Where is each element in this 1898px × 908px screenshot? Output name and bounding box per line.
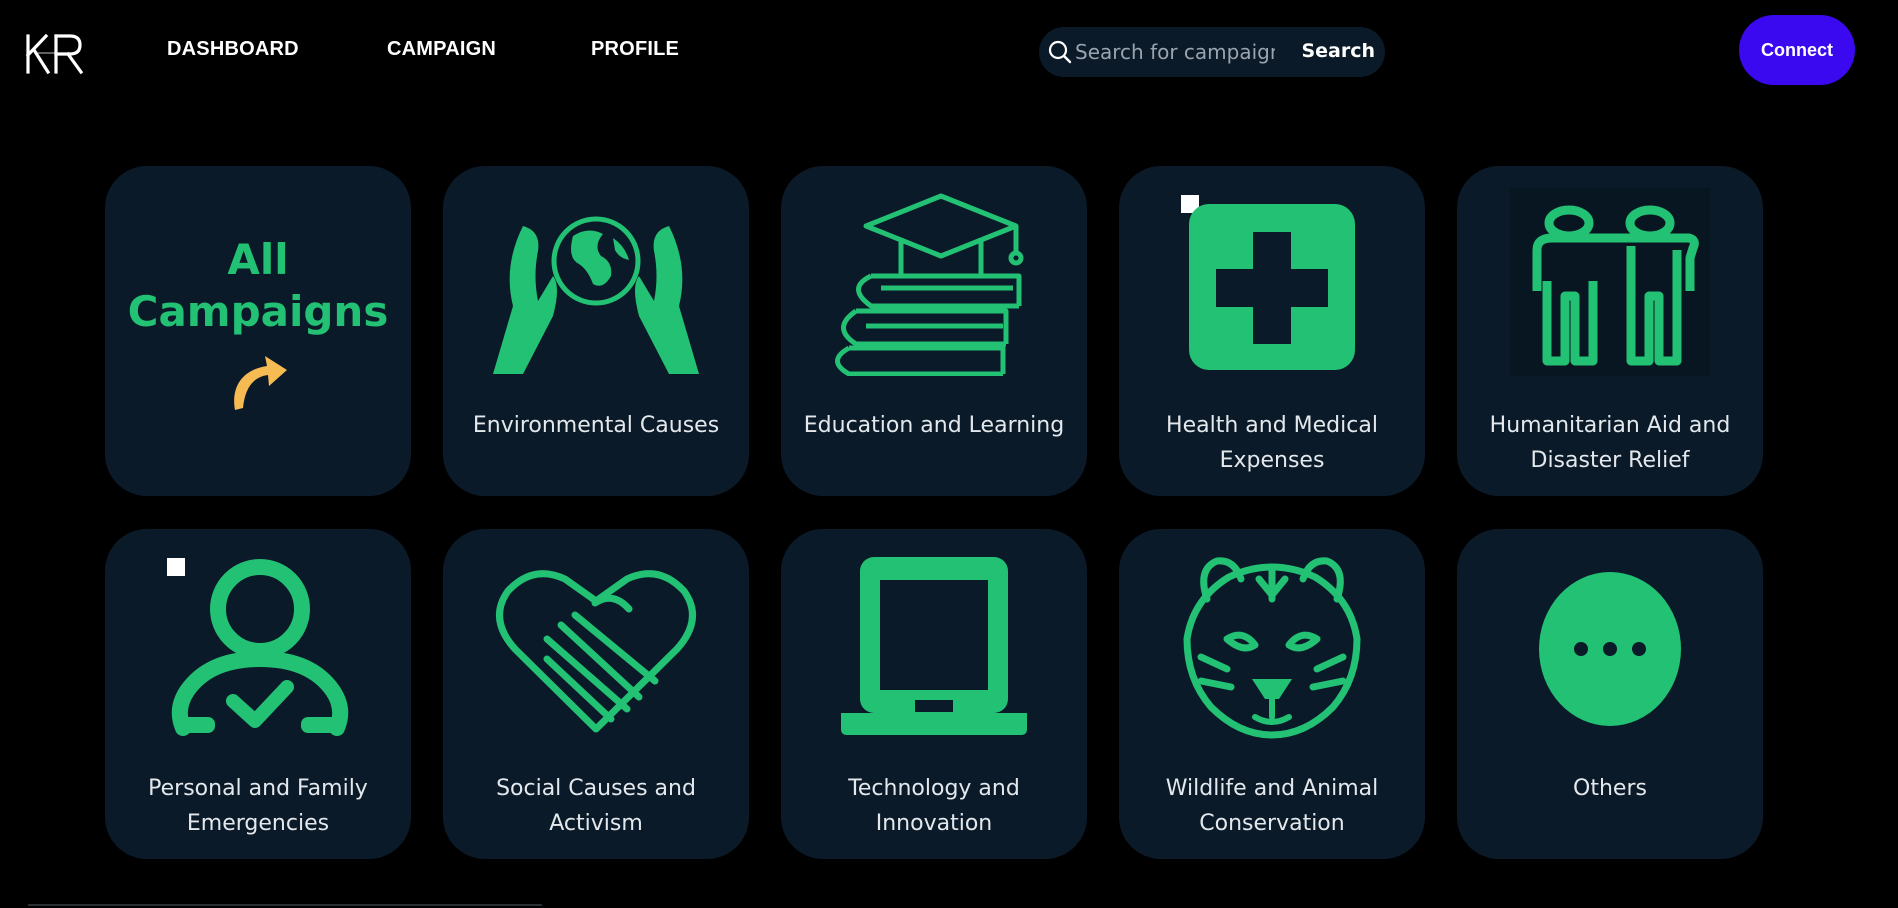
people-support-icon (1510, 188, 1710, 376)
search-icon[interactable] (1047, 39, 1073, 69)
search-input[interactable] (1073, 36, 1277, 68)
kr-logo-icon (25, 33, 84, 75)
category-card-technology[interactable]: Technology and Innovation (781, 529, 1087, 859)
logo[interactable] (24, 30, 88, 78)
laptop-icon (841, 557, 1027, 735)
category-card-environmental[interactable]: Environmental Causes (443, 166, 749, 496)
connect-button[interactable]: Connect (1739, 15, 1855, 85)
category-label: Environmental Causes (472, 413, 720, 438)
category-label: Wildlife and Animal Conservation (1165, 776, 1379, 836)
category-label: Technology and Innovation (848, 776, 1020, 836)
category-label: Others (1573, 776, 1647, 801)
tiger-icon (1183, 557, 1361, 739)
nav-campaign[interactable]: CAMPAIGN (387, 38, 496, 61)
category-label: Health and Medical Expenses (1166, 413, 1378, 473)
nav-profile[interactable]: PROFILE (591, 38, 679, 61)
category-card-humanitarian[interactable]: Humanitarian Aid and Disaster Relief (1457, 166, 1763, 496)
graduation-books-icon (835, 193, 1024, 376)
category-card-education[interactable]: Education and Learning (781, 166, 1087, 496)
category-card-all-campaigns[interactable]: All Campaigns (105, 166, 411, 496)
category-card-personal-family[interactable]: Personal and Family Emergencies (105, 529, 411, 859)
category-card-social-causes[interactable]: Social Causes and Activism (443, 529, 749, 859)
heart-handshake-icon (496, 570, 696, 733)
all-campaigns-title: All Campaigns (127, 235, 389, 336)
category-card-others[interactable]: Others (1457, 529, 1763, 859)
search-bar: Search (1039, 27, 1385, 77)
person-check-icon (171, 559, 349, 736)
top-navbar: DASHBOARD CAMPAIGN PROFILE Search Connec… (0, 0, 1898, 110)
search-button[interactable]: Search (1301, 40, 1375, 62)
nav-dashboard[interactable]: DASHBOARD (167, 38, 299, 61)
category-label: Humanitarian Aid and Disaster Relief (1489, 413, 1731, 473)
horizontal-scrollbar[interactable] (28, 904, 542, 906)
category-label: Social Causes and Activism (496, 776, 696, 836)
medical-cross-icon (1189, 204, 1355, 370)
category-card-wildlife[interactable]: Wildlife and Animal Conservation (1119, 529, 1425, 859)
curved-arrow-icon (234, 356, 287, 410)
more-dots-icon (1539, 572, 1681, 726)
category-label: Education and Learning (803, 413, 1065, 438)
hands-globe-icon (493, 216, 699, 374)
category-card-health[interactable]: Health and Medical Expenses (1119, 166, 1425, 496)
category-label: Personal and Family Emergencies (148, 776, 368, 836)
